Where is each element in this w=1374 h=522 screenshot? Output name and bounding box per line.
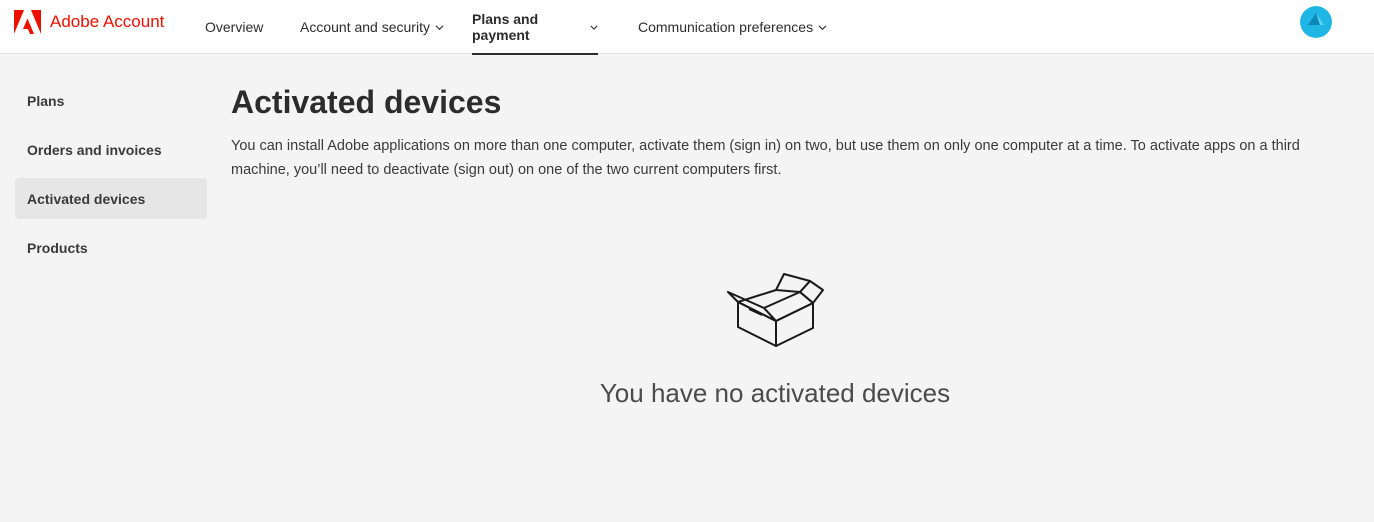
brand-name: Adobe Account bbox=[50, 12, 165, 31]
user-avatar-button[interactable] bbox=[1300, 6, 1332, 38]
empty-state-message: You have no activated devices bbox=[599, 378, 951, 408]
nav-account-label: Account and security bbox=[300, 19, 430, 35]
sidebar-item-label: Orders and invoices bbox=[27, 141, 162, 158]
top-navigation-bar: Adobe Account Overview Account and secur… bbox=[0, 0, 1374, 55]
page-description: You can install Adobe applications on mo… bbox=[231, 138, 1300, 178]
nav-overview-label: Overview bbox=[205, 19, 264, 35]
chevron-down-icon bbox=[590, 25, 598, 30]
chevron-down-icon bbox=[818, 24, 827, 30]
nav-plans-label: Plans and payment bbox=[472, 11, 539, 43]
sidebar-item-label: Plans bbox=[27, 92, 65, 109]
sidebar-item-activated-devices[interactable]: Activated devices bbox=[15, 178, 207, 219]
sidebar-item-label: Activated devices bbox=[27, 190, 146, 207]
sidebar: Plans Orders and invoices Activated devi… bbox=[15, 80, 207, 276]
user-avatar-icon bbox=[1300, 6, 1332, 38]
sidebar-item-products[interactable]: Products bbox=[15, 227, 207, 268]
nav-communication-preferences[interactable]: Communication preferences bbox=[638, 0, 827, 54]
nav-account-and-security[interactable]: Account and security bbox=[300, 0, 444, 54]
sidebar-item-orders-and-invoices[interactable]: Orders and invoices bbox=[15, 129, 207, 170]
nav-communication-label: Communication preferences bbox=[638, 19, 814, 35]
page-title: Activated devices bbox=[231, 84, 502, 120]
chevron-down-icon bbox=[435, 24, 444, 30]
open-box-icon bbox=[727, 273, 824, 347]
nav-overview[interactable]: Overview bbox=[205, 0, 263, 54]
sidebar-item-label: Products bbox=[27, 239, 88, 256]
nav-plans-and-payment[interactable]: Plans and payment bbox=[472, 0, 598, 55]
adobe-account-home-link[interactable]: Adobe Account bbox=[14, 10, 164, 34]
sidebar-item-plans[interactable]: Plans bbox=[15, 80, 207, 121]
adobe-logo-icon bbox=[14, 10, 41, 34]
